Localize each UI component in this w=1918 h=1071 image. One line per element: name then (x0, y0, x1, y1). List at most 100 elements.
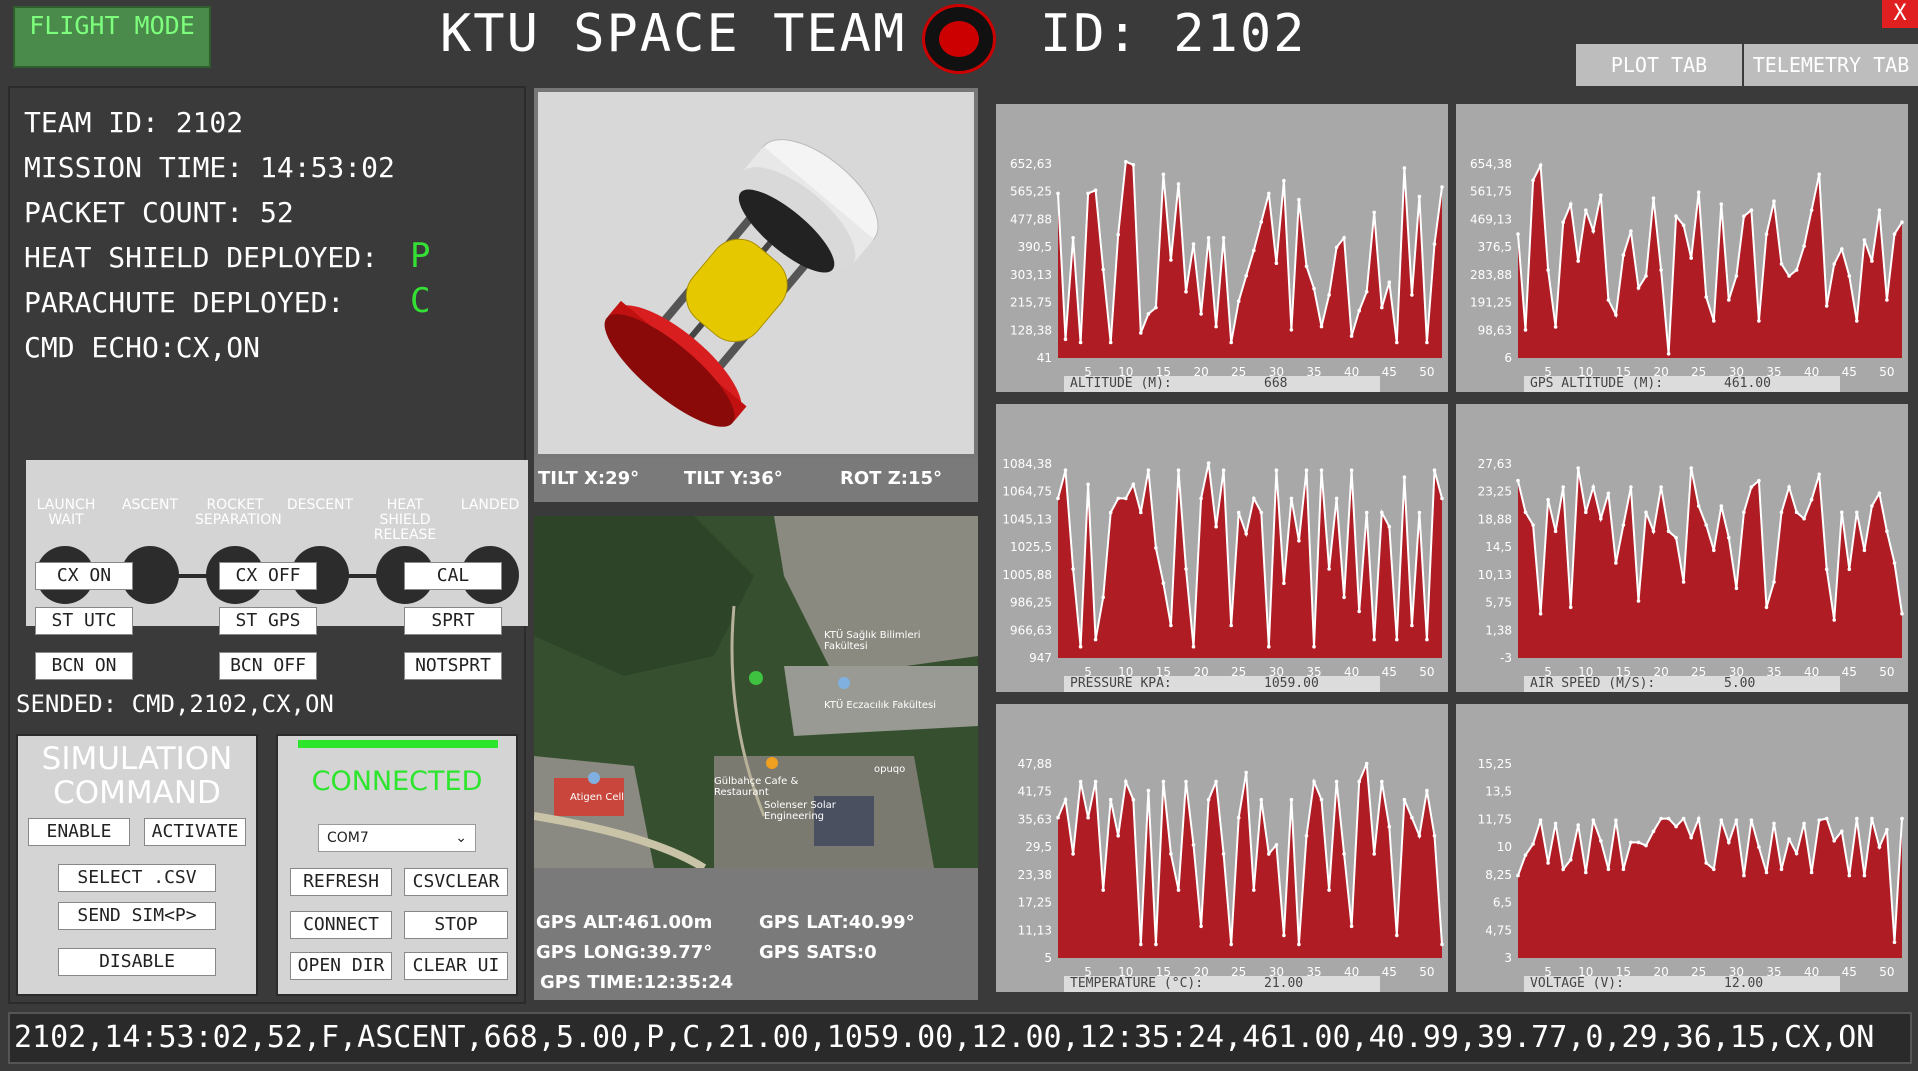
plot-data-point (1629, 840, 1633, 845)
plot-data-point (1681, 580, 1686, 584)
notsprt-button[interactable]: NOTSPRT (404, 652, 502, 680)
plots-area: 652,63 565,25 477,88 390,5 303,13 215,75 128,3… (988, 88, 1910, 1004)
plot-data-point (1131, 482, 1136, 487)
plot-data-point (1357, 779, 1361, 784)
plot-value-label: VOLTAGE (V): 12.00 (1524, 976, 1840, 992)
st-gps-button[interactable]: ST GPS (219, 607, 317, 635)
plot-area-fill (1058, 463, 1442, 658)
plot-data-point (1772, 580, 1776, 584)
cx-off-button[interactable]: CX OFF (219, 562, 317, 590)
plot-data-point (1591, 485, 1596, 489)
plot-x-tick: 50 (1419, 965, 1434, 979)
refresh-button[interactable]: REFRESH (290, 868, 392, 896)
select-csv-button[interactable]: SELECT .CSV (58, 864, 216, 892)
connect-button[interactable]: CONNECT (290, 911, 392, 939)
plot-data-point (1184, 289, 1188, 294)
bcn-off-button[interactable]: BCN OFF (219, 652, 317, 680)
plot-data-point (1666, 352, 1671, 356)
plot-data-point (1417, 194, 1422, 199)
plot-data-point (1432, 242, 1437, 246)
plot-data-point (1787, 485, 1791, 489)
cx-on-button[interactable]: CX ON (35, 562, 133, 590)
plot-data-point (1139, 331, 1143, 335)
plot-data-point (1742, 214, 1746, 218)
com-port-select[interactable]: COM7 ⌄ (318, 824, 476, 852)
plot-data-point (1561, 867, 1565, 872)
map-label-solar: Solenser Solar Engineering (764, 800, 836, 822)
plot-data-point (1395, 340, 1399, 345)
plot-data-point (1546, 268, 1550, 272)
plot-data-point (1425, 340, 1429, 345)
plot-data-point (1093, 779, 1098, 784)
plot-data-point (1380, 779, 1384, 784)
plot-data-point (1576, 823, 1580, 827)
tab-telemetry[interactable]: TELEMETRY TAB (1744, 44, 1918, 86)
plot-data-point (1214, 779, 1218, 784)
plot-label-text: PRESSURE KPA: (1070, 676, 1172, 691)
tab-plot[interactable]: PLOT TAB (1576, 44, 1742, 86)
plot-data-point (1267, 852, 1271, 856)
plot-data-point (1206, 797, 1211, 802)
plot-data-point (1584, 510, 1588, 515)
plot-data-point (1704, 523, 1708, 527)
plot-data-point (1712, 319, 1716, 323)
state-label-landed: LANDED (460, 497, 520, 513)
plot-data-point (1659, 485, 1663, 489)
plot-data-point (1794, 851, 1799, 856)
open-dir-button[interactable]: OPEN DIR (290, 952, 392, 980)
activate-button[interactable]: ACTIVATE (144, 818, 246, 846)
plot-data-point (1696, 816, 1701, 821)
plot-air-speed-m-s: 27,63 23,25 18,88 14,5 10,13 5,75 1,38 -3 5 10 15 2… (1456, 404, 1908, 692)
clear-ui-button[interactable]: CLEAR UI (404, 952, 508, 980)
plot-y-tick: 1005,88 (1002, 568, 1052, 582)
sprt-button[interactable]: SPRT (404, 607, 502, 635)
bcn-on-button[interactable]: BCN ON (35, 652, 133, 680)
plot-data-point (1892, 232, 1897, 236)
raw-telemetry-line: 2102,14:53:02,52,F,ASCENT,668,5.00,P,C,2… (8, 1012, 1912, 1064)
plot-data-point (1584, 870, 1588, 875)
plot-data-point (1651, 829, 1656, 834)
csvclear-button[interactable]: CSVCLEAR (404, 868, 508, 896)
plot-data-point (1809, 870, 1814, 875)
plot-data-point (1161, 779, 1166, 784)
disable-button[interactable]: DISABLE (58, 948, 216, 976)
plot-data-point (1614, 818, 1618, 822)
plot-x-tick: 50 (1879, 365, 1894, 379)
plot-data-point (1349, 468, 1354, 472)
plot-data-point (1606, 867, 1611, 872)
send-sim-button[interactable]: SEND SIM<P> (58, 902, 216, 930)
plot-gps-altitude-m: 654,38 561,75 469,13 376,5 283,88 191,25 98,63… (1456, 104, 1908, 392)
location-pin-icon (749, 671, 763, 685)
plot-data-point (1327, 567, 1331, 571)
state-label-heat-shield-release: HEAT SHIELD RELEASE (373, 497, 437, 543)
plot-data-point (1440, 496, 1444, 501)
stop-button[interactable]: STOP (404, 911, 508, 939)
plot-data-point (1139, 510, 1143, 515)
plot-data-point (1651, 529, 1656, 534)
state-label-rocket-separation: ROCKET SEPARATION (195, 497, 282, 528)
close-button[interactable]: X (1882, 0, 1918, 28)
plot-data-point (1116, 232, 1120, 237)
enable-button[interactable]: ENABLE (28, 818, 130, 846)
plot-data-point (1063, 797, 1068, 802)
plot-data-point (1274, 843, 1279, 847)
plot-y-tick: 303,13 (1010, 268, 1052, 282)
plot-data-point (1531, 178, 1535, 183)
plot-data-point (1877, 208, 1882, 212)
st-utc-button[interactable]: ST UTC (35, 607, 133, 635)
flight-mode-button[interactable]: FLIGHT MODE (13, 6, 211, 68)
plot-data-point (1576, 259, 1580, 263)
plot-data-point (1832, 618, 1836, 622)
plot-data-point (1071, 236, 1075, 240)
plot-data-point (1855, 319, 1859, 323)
satellite-map[interactable]: KTÜ Sağlık Bilimleri Fakültesi KTÜ Eczac… (534, 516, 978, 868)
plot-data-point (1862, 238, 1867, 242)
plot-y-tick: 18,88 (1478, 512, 1512, 526)
plot-data-point (1417, 510, 1422, 515)
plot-data-point (1312, 644, 1316, 649)
plot-data-point (1282, 581, 1286, 585)
plot-canvas: 27,6323,2518,8814,510,135,751,38-35 10 15 2… (1478, 457, 1904, 679)
plot-data-point (1176, 468, 1181, 472)
plot-current-value: 1059.00 (1264, 676, 1319, 691)
cal-button[interactable]: CAL (404, 562, 502, 590)
